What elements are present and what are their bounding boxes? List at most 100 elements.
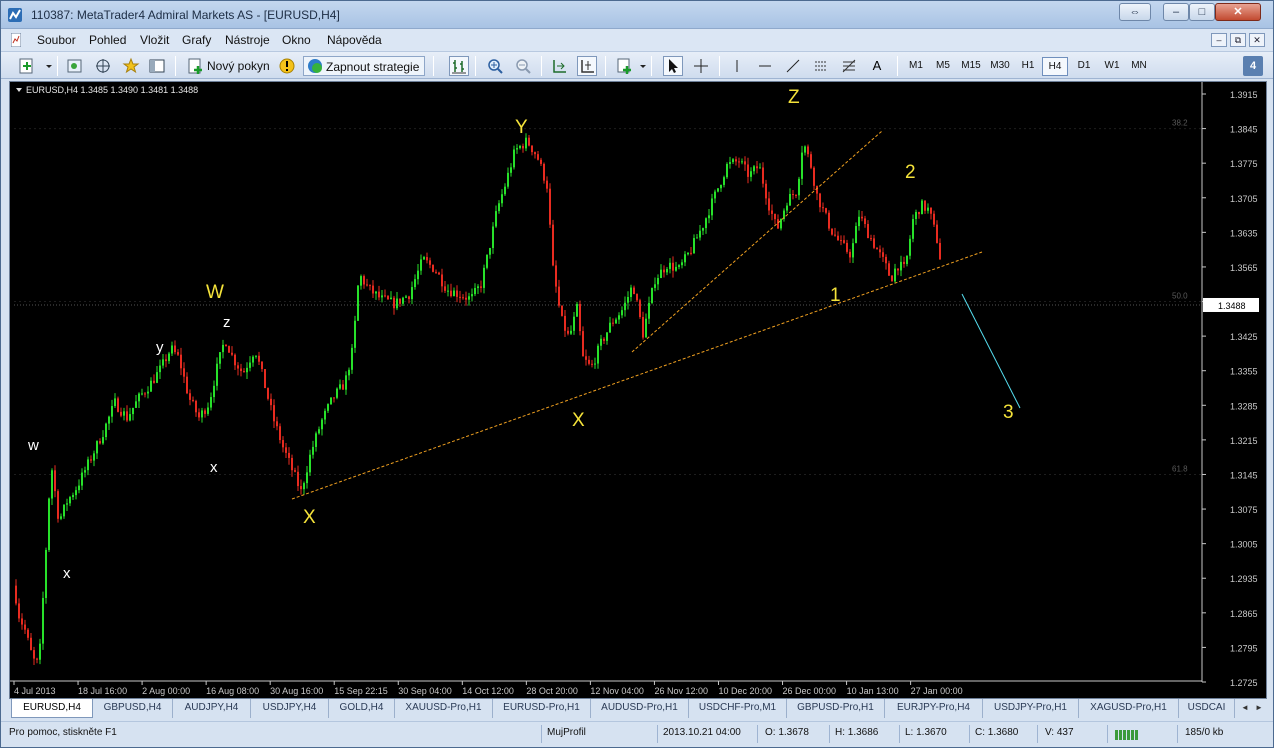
candle-body <box>357 285 359 321</box>
candle-body <box>108 416 110 424</box>
candle-body <box>465 297 467 300</box>
chart-shift-button[interactable] <box>577 56 597 76</box>
tab-audjpy-h4[interactable]: AUDJPY,H4 <box>173 699 251 718</box>
time-tick-label: 15 Sep 22:15 <box>334 686 388 696</box>
zoom-in-button[interactable] <box>485 56 505 76</box>
tabs-scroll-left-button[interactable]: ◄ <box>1239 702 1251 714</box>
candle-body <box>774 213 776 220</box>
chart-window[interactable]: 1.3915 1.3845 1.3775 1.3705 1.3635 1.3565 1.34… <box>9 81 1267 699</box>
menu-soubor[interactable]: Soubor <box>37 33 76 47</box>
candle-body <box>861 216 863 219</box>
mdi-minimize-button[interactable]: – <box>1211 33 1227 47</box>
tab-xauusd-pro-h1[interactable]: XAUUSD-Pro,H1 <box>395 699 493 718</box>
new-chart-dropdown[interactable] <box>39 56 52 76</box>
new-chart-button[interactable] <box>17 56 37 76</box>
autotrading-button[interactable]: Zapnout strategie <box>303 56 425 76</box>
candle-body <box>567 330 569 334</box>
tab-audusd-pro-h1[interactable]: AUDUSD-Pro,H1 <box>591 699 689 718</box>
crosshair-tool-button[interactable] <box>691 56 711 76</box>
tab-usdjpy-h4[interactable]: USDJPY,H4 <box>251 699 329 718</box>
timeframe-w1[interactable]: W1 <box>1099 57 1125 76</box>
tab-eurjpy-pro-h4[interactable]: EURJPY-Pro,H4 <box>885 699 983 718</box>
new-order-button[interactable]: Nový pokyn <box>185 56 275 76</box>
price-chart[interactable]: 1.3915 1.3845 1.3775 1.3705 1.3635 1.3565 1.34… <box>10 82 1266 698</box>
timeframe-d1[interactable]: D1 <box>1071 57 1097 76</box>
candle-body <box>456 290 458 297</box>
tab-xagusd-pro-h1[interactable]: XAGUSD-Pro,H1 <box>1079 699 1179 718</box>
tab-gbpusd-pro-h1[interactable]: GBPUSD-Pro,H1 <box>787 699 885 718</box>
tab-eurusd-h4[interactable]: EURUSD,H4 <box>11 699 93 718</box>
candle-body <box>828 212 830 229</box>
tab-eurusd-pro-h1[interactable]: EURUSD-Pro,H1 <box>493 699 591 718</box>
candle-body <box>150 380 152 392</box>
menu-grafy[interactable]: Grafy <box>182 33 211 47</box>
timeframe-m30[interactable]: M30 <box>986 57 1014 76</box>
menu-vlozit[interactable]: Vložit <box>140 33 169 47</box>
candle-body <box>807 146 809 155</box>
tab-usdcad-partial[interactable]: USDCAI <box>1179 699 1235 718</box>
menu-okno[interactable]: Okno <box>282 33 311 47</box>
crosshair-icon <box>694 59 708 73</box>
timeframe-m1[interactable]: M1 <box>903 57 929 76</box>
crosshair-move-button[interactable] <box>93 56 113 76</box>
fibonacci-button[interactable] <box>839 56 859 76</box>
candle-body <box>138 393 140 402</box>
indicators-button[interactable] <box>615 56 635 76</box>
status-profile[interactable]: MujProfil <box>547 727 586 738</box>
tabs-scroll-right-button[interactable]: ► <box>1253 702 1265 714</box>
horizontal-line-button[interactable] <box>755 56 775 76</box>
candle-body <box>294 470 296 472</box>
autoscroll-button[interactable] <box>549 56 569 76</box>
title-bar[interactable]: 110387: MetaTrader4 Admiral Markets AS -… <box>1 1 1273 29</box>
wave-label-7: Y <box>515 117 528 138</box>
tab-gold-h4[interactable]: GOLD,H4 <box>329 699 395 718</box>
navigator-button[interactable] <box>147 56 167 76</box>
menu-nastroje[interactable]: Nástroje <box>225 33 270 47</box>
tab-usdjpy-pro-h1[interactable]: USDJPY-Pro,H1 <box>983 699 1079 718</box>
indicators-icon <box>617 58 631 74</box>
bar-chart-button[interactable] <box>449 56 469 76</box>
indicators-dropdown[interactable] <box>633 56 646 76</box>
price-tick-label: 1.3775 <box>1230 159 1258 169</box>
cursor-tool-button[interactable] <box>663 56 683 76</box>
timeframe-h1[interactable]: H1 <box>1015 57 1041 76</box>
candle-body <box>642 317 644 338</box>
candle-body <box>336 388 338 398</box>
candle-body <box>87 459 89 471</box>
menu-pohled[interactable]: Pohled <box>89 33 126 47</box>
timeframe-m5[interactable]: M5 <box>930 57 956 76</box>
text-tool-button[interactable]: A <box>867 56 887 76</box>
resize-toggle-button[interactable]: ⇔ <box>1119 3 1151 21</box>
tab-gbpusd-h4[interactable]: GBPUSD,H4 <box>93 699 173 718</box>
vertical-line-button[interactable] <box>727 56 747 76</box>
mdi-restore-button[interactable]: ⧉ <box>1230 33 1246 47</box>
wave-label-1: x <box>63 565 71 582</box>
close-button[interactable]: ✕ <box>1215 3 1261 21</box>
timeframe-m15[interactable]: M15 <box>957 57 985 76</box>
candle-body <box>792 193 794 195</box>
fib-level-label: 50.0 <box>1172 292 1188 301</box>
mdi-close-button[interactable]: ✕ <box>1249 33 1265 47</box>
candle-body <box>654 284 656 288</box>
equidistant-channel-button[interactable] <box>811 56 831 76</box>
candle-body <box>318 429 320 434</box>
maximize-button[interactable]: □ <box>1189 3 1215 21</box>
minimize-button[interactable]: – <box>1163 3 1189 21</box>
candle-body <box>438 272 440 275</box>
profiles-button[interactable] <box>65 56 85 76</box>
projection-line <box>961 293 1021 409</box>
zoom-out-button[interactable] <box>513 56 533 76</box>
candle-body <box>915 211 917 219</box>
timeframe-mn[interactable]: MN <box>1126 57 1152 76</box>
menu-napoveda[interactable]: Nápověda <box>327 33 382 47</box>
alerts-button[interactable] <box>277 56 297 76</box>
timeframe-h4[interactable]: H4 <box>1042 57 1068 76</box>
favorites-button[interactable] <box>121 56 141 76</box>
candle-body <box>363 276 365 285</box>
trendline-button[interactable] <box>783 56 803 76</box>
connection-status-icon[interactable] <box>1115 728 1139 740</box>
tab-usdchf-pro-m1[interactable]: USDCHF-Pro,M1 <box>689 699 787 718</box>
notification-badge[interactable]: 4 <box>1243 56 1263 76</box>
candle-body <box>285 447 287 453</box>
candle-body <box>387 296 389 300</box>
